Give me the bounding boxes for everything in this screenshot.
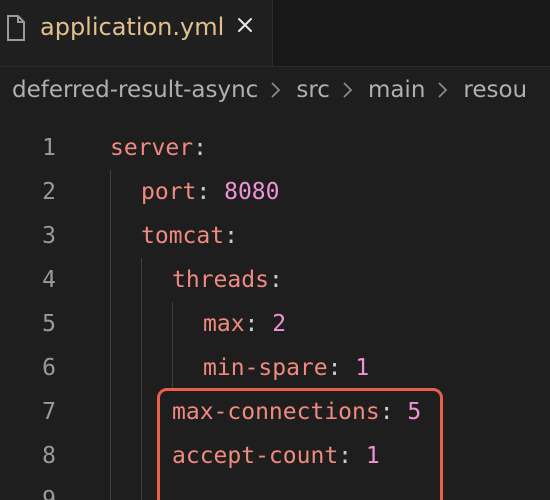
breadcrumb-item-main[interactable]: main (368, 77, 425, 103)
yaml-value: 2 (272, 311, 287, 337)
breadcrumb-item-src[interactable]: src (296, 77, 330, 103)
chevron-right-icon (271, 82, 281, 98)
close-icon[interactable] (234, 14, 256, 36)
line-number: 1 (42, 135, 56, 161)
yaml-key: threads (172, 267, 269, 293)
code-line: 2 port: 8080 (0, 170, 550, 214)
line-number: 7 (42, 399, 56, 425)
line-number: 3 (42, 223, 56, 249)
code-line: 1 server: (0, 126, 550, 170)
tab-bar: application.yml (0, 0, 550, 67)
yaml-colon: : (224, 223, 238, 249)
code-line: 4 threads: (0, 258, 550, 302)
highlight-annotation-box (157, 388, 443, 500)
yaml-colon: : (327, 355, 356, 381)
tab-label: application.yml (40, 13, 225, 41)
line-number: 2 (42, 179, 56, 205)
yaml-colon: : (244, 311, 273, 337)
line-number: 5 (42, 311, 56, 337)
yaml-key: max (203, 311, 245, 337)
breadcrumb: deferred-result-async src main resou (12, 72, 527, 108)
yaml-colon: : (268, 267, 283, 293)
yaml-colon: : (193, 135, 207, 161)
chevron-right-icon (343, 82, 353, 98)
line-number: 8 (42, 443, 56, 469)
yaml-key: tomcat (141, 223, 225, 249)
yaml-key: port (141, 179, 197, 205)
yaml-key: min-spare (203, 355, 328, 381)
yaml-colon: : (196, 179, 225, 205)
code-line: 3 tomcat: (0, 214, 550, 258)
line-number: 9 (42, 487, 56, 500)
breadcrumb-item-resources[interactable]: resou (463, 77, 527, 103)
line-number: 4 (42, 267, 56, 293)
code-editor[interactable]: 1 server: 2 port: 8080 3 tomcat: 4 threa… (0, 126, 550, 500)
chevron-right-icon (438, 82, 448, 98)
yaml-value: 1 (355, 355, 370, 381)
code-line: 5 max: 2 (0, 302, 550, 346)
yaml-key: server (110, 135, 194, 161)
file-icon (6, 15, 26, 41)
breadcrumb-item-project[interactable]: deferred-result-async (12, 77, 258, 103)
yaml-value: 8080 (224, 179, 280, 205)
tab-application-yml[interactable]: application.yml (0, 0, 273, 66)
line-number: 6 (42, 355, 56, 381)
code-line: 6 min-spare: 1 (0, 346, 550, 390)
